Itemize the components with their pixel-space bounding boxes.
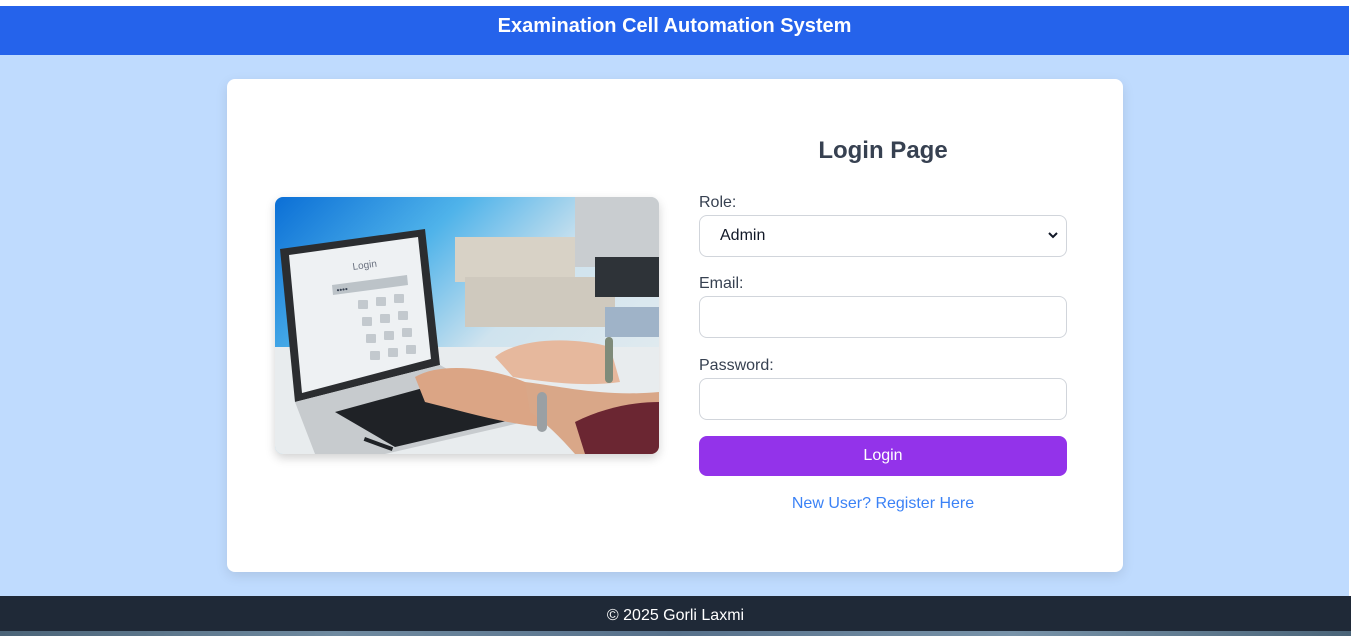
email-label: Email:: [699, 275, 744, 292]
role-selected-value: Admin: [720, 227, 766, 244]
password-field[interactable]: [699, 378, 1067, 420]
login-title: Login Page: [818, 137, 948, 164]
screen-password-mask: ••••: [336, 284, 349, 294]
role-select[interactable]: Admin: [699, 215, 1067, 257]
app-title: Examination Cell Automation System: [497, 15, 852, 37]
app-header: Examination Cell Automation System: [0, 6, 1349, 55]
laptop-login-photo: Login ••••: [275, 197, 659, 454]
login-button[interactable]: Login: [699, 436, 1067, 476]
register-link[interactable]: New User? Register Here: [699, 495, 1067, 513]
role-label: Role:: [699, 194, 737, 211]
login-illustration: Login ••••: [275, 197, 659, 454]
password-label: Password:: [699, 357, 774, 374]
footer: © 2025 Gorli Laxmi: [0, 596, 1351, 636]
login-card: Login •••• Login Page Role: Admin Email:…: [227, 79, 1123, 572]
chevron-down-icon: [1048, 232, 1058, 239]
email-field[interactable]: [699, 296, 1067, 338]
taskbar-strip: [0, 631, 1351, 636]
footer-copyright: © 2025 Gorli Laxmi: [606, 607, 745, 624]
